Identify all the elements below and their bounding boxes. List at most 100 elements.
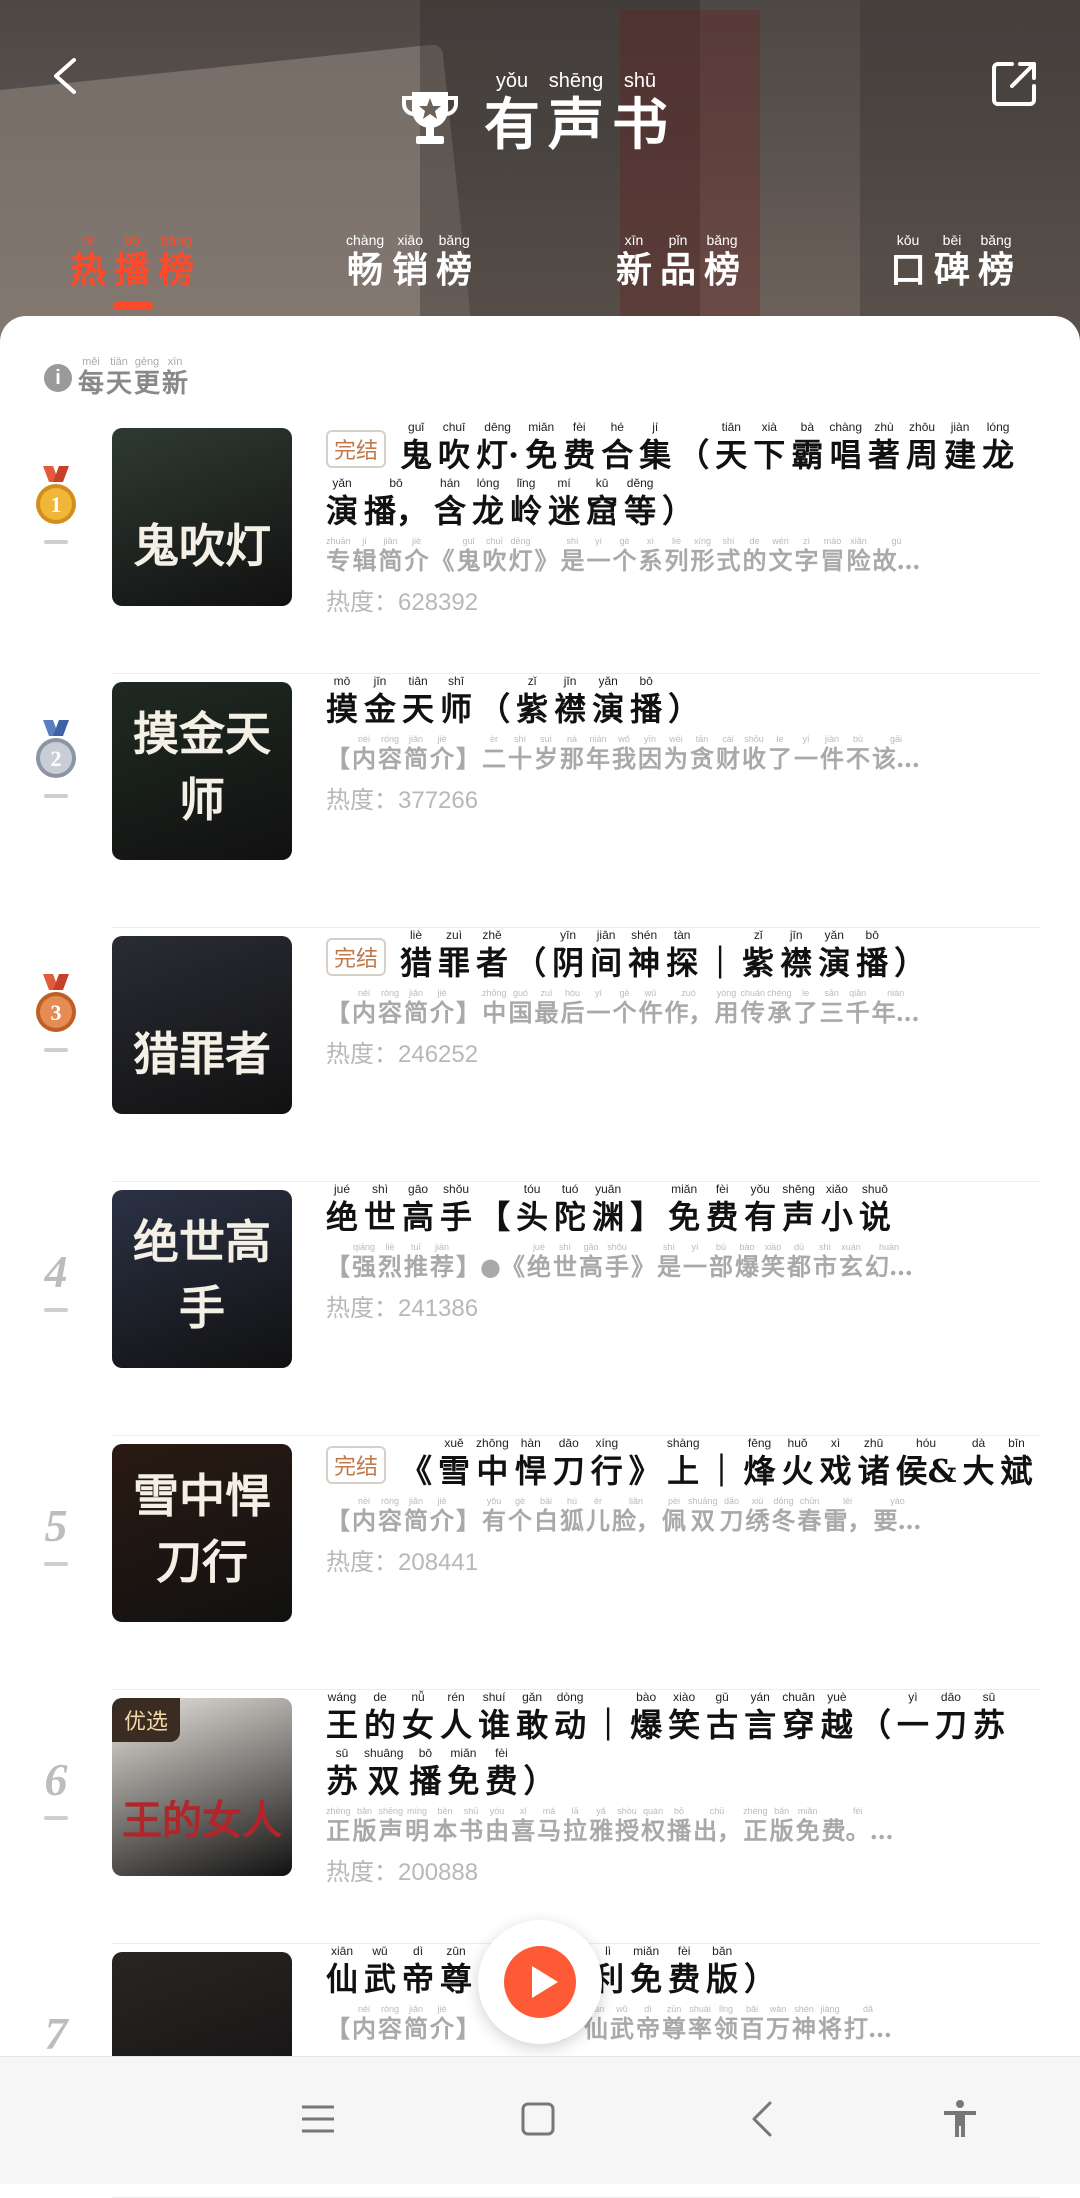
pinyin: jiǎn	[408, 2004, 423, 2014]
hanzi: 烈	[378, 1252, 402, 1281]
desc-char: dì 帝	[636, 2004, 660, 2044]
back-nav-icon[interactable]	[742, 2097, 786, 2141]
floating-play-button[interactable]	[478, 1920, 602, 2044]
pinyin: bǎn	[712, 1944, 733, 1958]
hanzi: 后	[560, 998, 585, 1027]
item-title[interactable]: 完结《 xuě 雪 zhōng 中 hàn 悍 dāo 刀 xíng 行》 shàng 上｜ fēng 烽 h…	[326, 1436, 1042, 1492]
item-title[interactable]: jué 绝 shì 世 gāo 高 shǒu 手【tóu 头 tuó 陀 yuān 渊】 miǎn 免 fèi…	[326, 1182, 1042, 1238]
hanzi: 天	[402, 690, 435, 728]
cover-image[interactable]: 摸金天师	[112, 682, 292, 860]
desc-char: guǐ 鬼	[457, 536, 481, 576]
home-icon[interactable]	[516, 2097, 560, 2141]
hanzi: 我	[612, 744, 636, 773]
hanzi: 合	[601, 436, 634, 474]
item-title[interactable]: xiān仙wǔ武dì帝zūn尊（ fú福lì利miǎn免fèi费bǎn版）	[326, 1944, 1042, 2000]
title-char: tiān 天	[402, 674, 434, 730]
hanzi: ｜	[704, 944, 737, 982]
svg-text:2: 2	[51, 746, 62, 771]
title-char: děng 等	[624, 476, 656, 532]
tab-new[interactable]: xīn 新 pǐn 品 bǎng 榜	[616, 232, 748, 292]
desc-char: dōng 冬	[772, 1496, 796, 1536]
pinyin: dāo	[940, 1690, 961, 1704]
hanzi: 儿	[586, 1506, 610, 1535]
tab-reputation[interactable]: kǒu 口 bēi 碑 bǎng 榜	[890, 232, 1022, 292]
desc-char: róng 容	[378, 988, 402, 1028]
pinyin: wǔ	[372, 1944, 388, 1958]
title-char: jiàn 建	[944, 420, 976, 476]
desc-char: shǒu 手	[605, 1242, 629, 1282]
desc-char: de 的	[743, 536, 767, 576]
pinyin: yǎn	[598, 674, 618, 688]
hanzi: 打…	[844, 2014, 892, 2043]
rank-number: 7	[44, 2008, 68, 2059]
cover-image[interactable]: 雪中悍刀行	[112, 1444, 292, 1622]
menu-icon[interactable]	[296, 2097, 340, 2141]
rank-medal-icon: 2	[36, 720, 76, 778]
hanzi: 建	[944, 436, 977, 474]
hanzi: 说	[858, 1198, 891, 1236]
hanzi: 权	[641, 1816, 666, 1845]
pinyin: nèi	[357, 1496, 370, 1506]
cover-image[interactable]: 绝世高手	[112, 1190, 292, 1368]
heat-value: 246252	[398, 1041, 479, 1068]
list-item[interactable]: 2 摸金天师 mō 摸 jīn 金 tiān 天 shī 师（zǐ 紫 jīn 襟 yǎn 演 bō 播）【nè…	[0, 674, 1080, 928]
hanzi: 龙	[472, 492, 505, 530]
desc-char: bái 白	[534, 1496, 558, 1536]
tab-hot[interactable]: rè 热 bō 播 bǎng 榜	[70, 232, 202, 292]
list-item[interactable]: 5 雪中悍刀行 完结《 xuě 雪 zhōng 中 hàn 悍 dāo 刀 xíng 行》 shàng 上｜…	[0, 1436, 1080, 1690]
hanzi: 摸	[326, 690, 359, 728]
hanzi: 声	[782, 1198, 815, 1236]
hanzi: 绝	[326, 1198, 359, 1236]
title-char: yuè 越	[821, 1690, 853, 1746]
desc-char: wǔ 仵	[639, 988, 663, 1028]
item-title[interactable]: wáng 王 de 的 nǚ 女 rén 人 shuí 谁 gǎn 敢 dòng 动｜ bào 爆 xiào 笑 g…	[326, 1690, 1042, 1802]
title-char: zǐ 紫	[742, 928, 774, 984]
item-title[interactable]: 完结 guǐ 鬼 chuī 吹 dēng 灯· miǎn 免 fèi 费 hé 合 jí 集（tiān 天 xi…	[326, 420, 1042, 532]
list-item[interactable]: 4 绝世高手 jué 绝 shì 世 gāo 高 shǒu 手【tóu 头 tuó 陀 yuān 渊】 miǎ…	[0, 1182, 1080, 1436]
hanzi: 龙	[982, 436, 1015, 474]
tab-label-char: bō 播	[114, 232, 150, 292]
item-title[interactable]: 完结 liè 猎 zuì 罪 zhě 者（yīn 阴 jiān 间 shén 神 tàn 探｜ zǐ 紫 jīn…	[326, 928, 1042, 984]
tab-bestseller[interactable]: chàng 畅 xiāo 销 bǎng 榜	[346, 232, 480, 292]
list-item[interactable]: 1 鬼吹灯 完结 guǐ 鬼 chuī 吹 dēng 灯· miǎn 免 fèi 费 hé 合 jí 集（tiā…	[0, 420, 1080, 674]
hanzi: ）	[523, 1762, 556, 1800]
title-char: yǒu 有	[744, 1182, 776, 1238]
cover-image[interactable]: 鬼吹灯	[112, 428, 292, 606]
cover-image[interactable]: 王的女人 优选	[112, 1698, 292, 1876]
desc-char: xǐ 喜	[511, 1806, 535, 1846]
list-item[interactable]: 3 猎罪者 完结 liè 猎 zuì 罪 zhě 者（yīn 阴 jiān 间 shén 神 tàn 探｜ zǐ…	[0, 928, 1080, 1182]
pinyin: bō	[865, 928, 879, 942]
desc-char: tān 贪	[690, 734, 714, 774]
tab-label-char: bǎng 榜	[158, 232, 194, 292]
pinyin: shí	[513, 734, 526, 744]
share-icon[interactable]	[990, 58, 1040, 108]
hanzi: 渊	[592, 1198, 625, 1236]
pinyin: hàn	[520, 1436, 541, 1450]
title-char: shén 神	[628, 928, 660, 984]
accessibility-icon[interactable]	[938, 2097, 982, 2141]
title-char: yǎn 演	[326, 476, 358, 532]
item-title[interactable]: mō 摸 jīn 金 tiān 天 shī 师（ zǐ 紫 jīn 襟 yǎn 演 bō 播）	[326, 674, 1042, 730]
hanzi: 戏	[819, 1452, 852, 1490]
hanzi: 天	[715, 436, 748, 474]
desc-char: 》	[535, 536, 559, 576]
desc-char: yóu 由	[485, 1806, 509, 1846]
cover-image[interactable]: 猎罪者	[112, 936, 292, 1114]
pinyin: shēng	[378, 1806, 404, 1816]
tab-indicator	[113, 302, 153, 310]
hanzi: 品	[660, 249, 697, 291]
hanzi: 内	[352, 2014, 376, 2043]
hanzi: 正	[743, 1816, 768, 1845]
hanzi: 雅	[589, 1816, 614, 1845]
title-char: liè 猎	[400, 928, 432, 984]
title-char: huǒ 火	[782, 1436, 814, 1492]
hanzi: 播	[630, 690, 663, 728]
pinyin: yǎn	[332, 476, 352, 490]
desc-char: yào 要…	[874, 1496, 922, 1536]
pinyin: de	[749, 536, 760, 546]
pinyin: jué	[334, 1182, 351, 1196]
hanzi: 费	[668, 1960, 701, 1998]
list-item[interactable]: 6 王的女人 优选 wáng 王 de 的 nǚ 女 rén 人 shuí 谁 gǎn 敢 dòng 动｜ bào…	[0, 1690, 1080, 1944]
pinyin: chuán	[740, 988, 766, 998]
back-icon[interactable]	[48, 58, 84, 94]
